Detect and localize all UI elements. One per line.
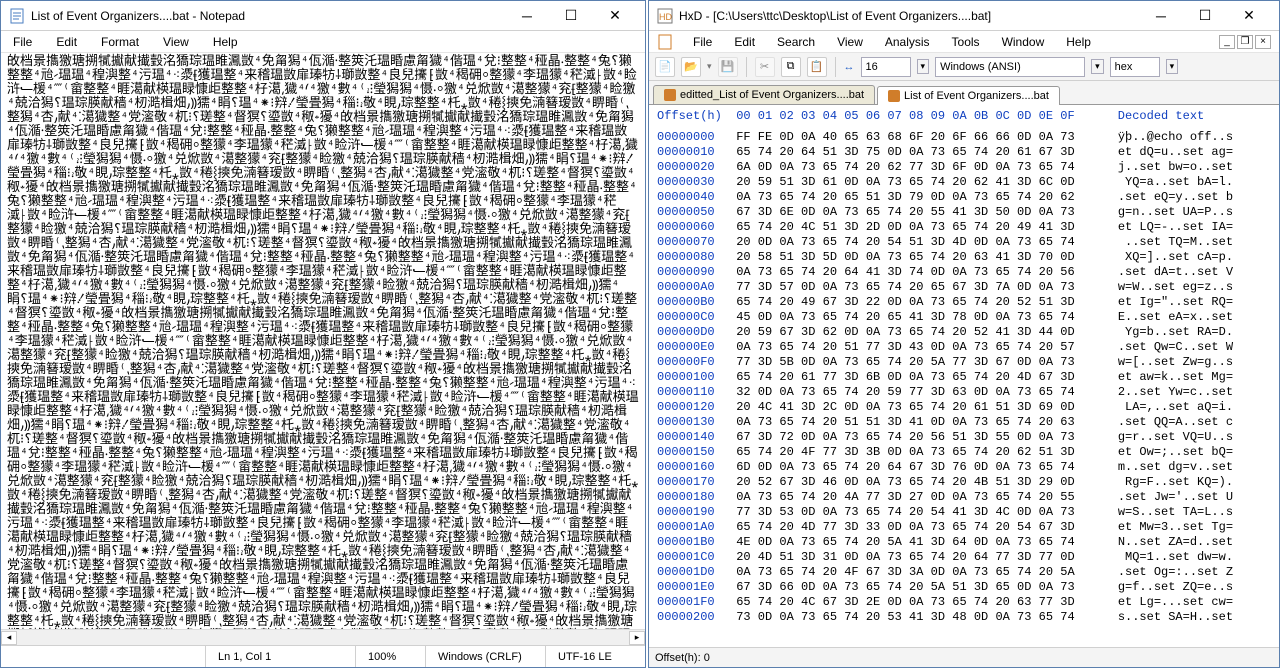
tab-original-file[interactable]: List of Event Organizers....bat <box>877 86 1060 105</box>
menu-window[interactable]: Window <box>998 33 1049 51</box>
hxd-titlebar: HD HxD - [C:\Users\ttc\Desktop\List of E… <box>649 1 1279 31</box>
menu-edit[interactable]: Edit <box>52 33 81 51</box>
status-offset: Offset(h): 0 <box>655 652 710 664</box>
status-line-col: Ln 1, Col 1 <box>205 646 355 667</box>
hxd-toolbar: 📄 📂 ▾ 💾 ✂ ⧉ 📋 ↔ ▾ ▾ ▾ <box>649 53 1279 81</box>
notepad-titlebar: List of Event Organizers....bat - Notepa… <box>1 1 645 31</box>
maximize-button[interactable]: ☐ <box>549 2 593 30</box>
tab-label: editted_List of Event Organizers....bat <box>680 89 864 101</box>
dropdown-icon[interactable]: ▾ <box>917 59 930 74</box>
open-file-icon[interactable]: 📂 <box>681 57 701 77</box>
menu-view[interactable]: View <box>159 33 193 51</box>
encoding-select[interactable] <box>935 57 1085 77</box>
hxd-icon: HD <box>657 8 673 24</box>
notepad-statusbar: Ln 1, Col 1 100% Windows (CRLF) UTF-16 L… <box>1 645 645 667</box>
tab-editted-file[interactable]: editted_List of Event Organizers....bat <box>653 85 875 104</box>
menu-file[interactable]: File <box>689 33 716 51</box>
svg-text:HD: HD <box>659 12 672 22</box>
close-button[interactable]: ✕ <box>1227 2 1271 30</box>
hxd-window: HD HxD - [C:\Users\ttc\Desktop\List of E… <box>648 0 1280 668</box>
hxd-menubar: File Edit Search View Analysis Tools Win… <box>649 31 1279 53</box>
mdi-minimize-icon[interactable]: _ <box>1219 35 1235 49</box>
menu-edit[interactable]: Edit <box>730 33 759 51</box>
menu-view[interactable]: View <box>833 33 867 51</box>
status-encoding: Windows (CRLF) <box>425 646 545 667</box>
notepad-text-area[interactable]: 敀档景㩦獥瑭搠㹑㩵献㩥瑴洺獢琮瑥睢㵯⹯敳⁴免甮獡⹥⁴佤㵌⸱整筴⁥汑⹹⹳瑥⁢睧慮甮… <box>1 53 645 629</box>
menu-format[interactable]: Format <box>97 33 143 51</box>
new-file-icon[interactable]: 📄 <box>655 57 675 77</box>
dropdown-icon[interactable]: ▾ <box>1091 59 1104 74</box>
notepad-icon <box>9 8 25 24</box>
scroll-right-icon[interactable]: ▸ <box>629 631 645 645</box>
notepad-scrollbar-h[interactable]: ◂ ▸ <box>1 629 645 645</box>
hxd-doc-icon <box>657 34 673 50</box>
dropdown-icon[interactable]: ▾ <box>1166 59 1179 74</box>
cut-icon[interactable]: ✂ <box>755 57 775 77</box>
notepad-menubar: File Edit Format View Help <box>1 31 645 53</box>
hex-view[interactable]: Offset(h) 00 01 02 03 04 05 06 07 08 09 … <box>649 105 1279 647</box>
bytes-per-row-input[interactable] <box>861 57 911 77</box>
status-charset: UTF-16 LE <box>545 646 645 667</box>
save-icon[interactable]: 💾 <box>718 57 738 77</box>
file-icon <box>664 89 676 101</box>
hxd-statusbar: Offset(h): 0 <box>649 647 1279 667</box>
hxd-tabs: editted_List of Event Organizers....bat … <box>649 81 1279 105</box>
paste-icon[interactable]: 📋 <box>807 57 827 77</box>
base-select[interactable] <box>1110 57 1160 77</box>
menu-file[interactable]: File <box>9 33 36 51</box>
hxd-title: HxD - [C:\Users\ttc\Desktop\List of Even… <box>679 9 1139 23</box>
minimize-button[interactable]: ─ <box>1139 2 1183 30</box>
mdi-restore-icon[interactable]: ❐ <box>1237 35 1253 49</box>
file-icon <box>888 90 900 102</box>
close-button[interactable]: ✕ <box>593 2 637 30</box>
tab-label: List of Event Organizers....bat <box>904 90 1049 102</box>
copy-icon[interactable]: ⧉ <box>781 57 801 77</box>
scroll-left-icon[interactable]: ◂ <box>1 631 17 645</box>
menu-help[interactable]: Help <box>1062 33 1095 51</box>
menu-analysis[interactable]: Analysis <box>881 33 934 51</box>
maximize-button[interactable]: ☐ <box>1183 2 1227 30</box>
notepad-title: List of Event Organizers....bat - Notepa… <box>31 9 505 23</box>
status-zoom: 100% <box>355 646 425 667</box>
menu-tools[interactable]: Tools <box>948 33 984 51</box>
menu-search[interactable]: Search <box>773 33 819 51</box>
mdi-close-icon[interactable]: × <box>1255 35 1271 49</box>
notepad-window: List of Event Organizers....bat - Notepa… <box>0 0 646 668</box>
minimize-button[interactable]: ─ <box>505 2 549 30</box>
menu-help[interactable]: Help <box>209 33 242 51</box>
